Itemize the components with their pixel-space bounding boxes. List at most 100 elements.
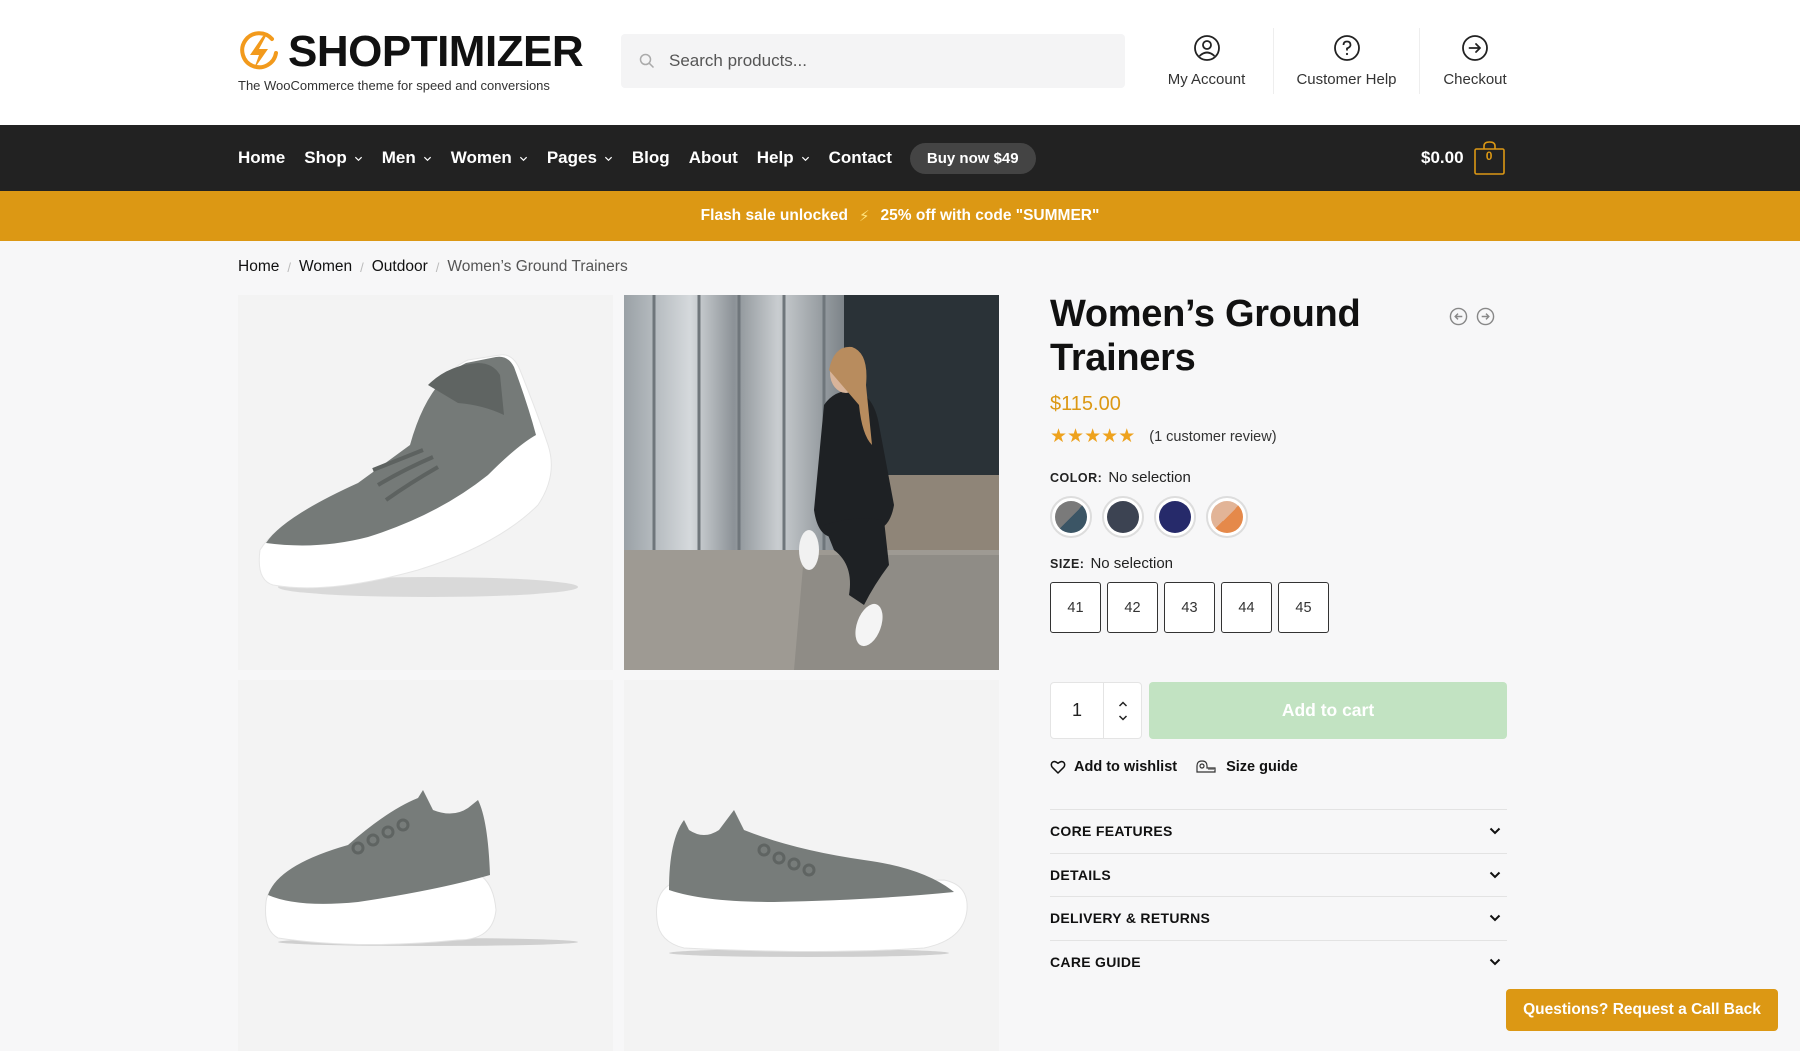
customer-help-label: Customer Help bbox=[1296, 71, 1397, 88]
size-selection: No selection bbox=[1090, 555, 1173, 572]
chevron-down-icon bbox=[1489, 828, 1501, 835]
shoe-angled-image bbox=[238, 295, 613, 670]
shoe-inner-side-image bbox=[624, 680, 999, 1051]
breadcrumb-outdoor[interactable]: Outdoor bbox=[372, 258, 428, 276]
previous-product-icon[interactable] bbox=[1449, 307, 1468, 326]
swatch-fill bbox=[1055, 501, 1087, 533]
product-image-3[interactable] bbox=[238, 680, 613, 1051]
nav-item-home[interactable]: Home bbox=[238, 148, 285, 168]
nav-label: Shop bbox=[304, 148, 347, 167]
accordion-details[interactable]: DETAILS bbox=[1050, 854, 1507, 897]
nav-item-pages[interactable]: Pages bbox=[547, 148, 613, 168]
size-guide-link[interactable]: Size guide bbox=[1196, 759, 1298, 775]
swatch-fill bbox=[1107, 501, 1139, 533]
size-option[interactable]: 41 bbox=[1050, 582, 1101, 633]
color-swatch-grey-blue[interactable] bbox=[1050, 496, 1092, 538]
chevron-down-icon bbox=[423, 156, 431, 161]
product-extras: Add to wishlist Size guide bbox=[1050, 759, 1507, 775]
nav-item-about[interactable]: About bbox=[689, 148, 738, 168]
size-options: 41 42 43 44 45 bbox=[1050, 582, 1507, 633]
chevron-down-icon bbox=[1489, 959, 1501, 966]
size-option[interactable]: 44 bbox=[1221, 582, 1272, 633]
next-product-icon[interactable] bbox=[1476, 307, 1495, 326]
size-option[interactable]: 43 bbox=[1164, 582, 1215, 633]
buy-now-button[interactable]: Buy now $49 bbox=[909, 142, 1036, 174]
nav-item-blog[interactable]: Blog bbox=[632, 148, 670, 168]
wishlist-label: Add to wishlist bbox=[1074, 759, 1178, 775]
chevron-down-icon bbox=[801, 156, 809, 161]
color-label-title: COLOR: bbox=[1050, 471, 1103, 485]
nav-item-men[interactable]: Men bbox=[382, 148, 432, 168]
product-image-1[interactable] bbox=[238, 295, 613, 670]
accordion-title: DELIVERY & RETURNS bbox=[1050, 910, 1211, 927]
flash-text-right: 25% off with code "SUMMER" bbox=[880, 207, 1100, 224]
nav-label: Pages bbox=[546, 148, 597, 167]
breadcrumb-separator: / bbox=[360, 259, 364, 275]
star-icon: ★ bbox=[1118, 426, 1136, 447]
color-swatches bbox=[1050, 496, 1507, 538]
chevron-down-icon[interactable] bbox=[1118, 714, 1128, 722]
search-bar[interactable] bbox=[621, 34, 1125, 88]
color-swatch-navy[interactable] bbox=[1154, 496, 1196, 538]
product-image-2[interactable] bbox=[624, 295, 999, 670]
product-accordion: CORE FEATURES DETAILS DELIVERY & RETURNS… bbox=[1050, 809, 1507, 984]
search-icon bbox=[639, 53, 655, 69]
accordion-title: CORE FEATURES bbox=[1050, 823, 1173, 840]
size-option[interactable]: 42 bbox=[1107, 582, 1158, 633]
request-callback-button[interactable]: Questions? Request a Call Back bbox=[1506, 989, 1778, 1031]
chevron-down-icon bbox=[519, 156, 527, 161]
product-image-4[interactable] bbox=[624, 680, 999, 1051]
color-label: COLOR: No selection bbox=[1050, 469, 1507, 486]
breadcrumb-home[interactable]: Home bbox=[238, 258, 279, 276]
swatch-fill bbox=[1211, 501, 1243, 533]
color-swatch-peach-orange[interactable] bbox=[1206, 496, 1248, 538]
star-rating: ★★★★★ bbox=[1050, 425, 1135, 448]
site-logo[interactable]: SHOPTIMIZER bbox=[238, 27, 584, 76]
checkout-label: Checkout bbox=[1443, 71, 1507, 88]
nav-item-shop[interactable]: Shop bbox=[304, 148, 363, 168]
ruler-tape-icon bbox=[1196, 760, 1216, 773]
customer-help-link[interactable]: Customer Help bbox=[1274, 28, 1419, 94]
user-circle-icon bbox=[1193, 35, 1220, 61]
quantity-input[interactable] bbox=[1051, 683, 1104, 738]
lightning-icon: ⚡ bbox=[858, 208, 870, 225]
breadcrumb-separator: / bbox=[435, 259, 440, 275]
nav-item-contact[interactable]: Contact bbox=[829, 148, 892, 168]
product-pagination bbox=[1449, 307, 1495, 326]
add-to-wishlist-link[interactable]: Add to wishlist bbox=[1050, 759, 1177, 775]
breadcrumb-women[interactable]: Women bbox=[299, 258, 352, 276]
search-input[interactable] bbox=[669, 51, 1109, 71]
accordion-title: CARE GUIDE bbox=[1050, 954, 1141, 971]
chevron-down-icon bbox=[604, 156, 612, 161]
shoe-side-image bbox=[238, 680, 613, 1051]
accordion-delivery-returns[interactable]: DELIVERY & RETURNS bbox=[1050, 897, 1507, 941]
size-label-title: SIZE: bbox=[1050, 557, 1085, 571]
size-label: SIZE: No selection bbox=[1050, 555, 1507, 572]
add-to-cart-row: Add to cart bbox=[1050, 682, 1507, 739]
accordion-core-features[interactable]: CORE FEATURES bbox=[1050, 810, 1507, 854]
lightning-circle-icon bbox=[240, 31, 278, 70]
nav-item-help[interactable]: Help bbox=[757, 148, 810, 168]
breadcrumb-separator: / bbox=[287, 259, 291, 275]
product-price: $115.00 bbox=[1050, 393, 1121, 415]
chevron-up-icon[interactable] bbox=[1118, 700, 1128, 708]
brand-name: SHOPTIMIZER bbox=[288, 27, 584, 76]
flash-text-left: Flash sale unlocked bbox=[700, 207, 848, 224]
quantity-stepper bbox=[1050, 682, 1142, 739]
breadcrumb-current: Women’s Ground Trainers bbox=[447, 258, 628, 275]
star-icon: ★ bbox=[1050, 426, 1068, 447]
nav-label: Blog bbox=[631, 148, 670, 167]
checkout-link[interactable]: Checkout bbox=[1420, 28, 1530, 94]
accordion-care-guide[interactable]: CARE GUIDE bbox=[1050, 941, 1507, 985]
color-swatch-charcoal[interactable] bbox=[1102, 496, 1144, 538]
size-option[interactable]: 45 bbox=[1278, 582, 1329, 633]
nav-item-women[interactable]: Women bbox=[451, 148, 528, 168]
cart-count: 0 bbox=[1485, 149, 1493, 163]
mini-cart[interactable]: $0.00 0 bbox=[1421, 125, 1505, 191]
my-account-link[interactable]: My Account bbox=[1140, 28, 1273, 94]
add-to-cart-button[interactable]: Add to cart bbox=[1149, 682, 1507, 739]
site-header: SHOPTIMIZER The WooCommerce theme for sp… bbox=[0, 0, 1800, 125]
product-rating: ★★★★★ (1 customer review) bbox=[1050, 425, 1507, 448]
review-link[interactable]: (1 customer review) bbox=[1149, 429, 1276, 445]
swatch-fill bbox=[1159, 501, 1191, 533]
